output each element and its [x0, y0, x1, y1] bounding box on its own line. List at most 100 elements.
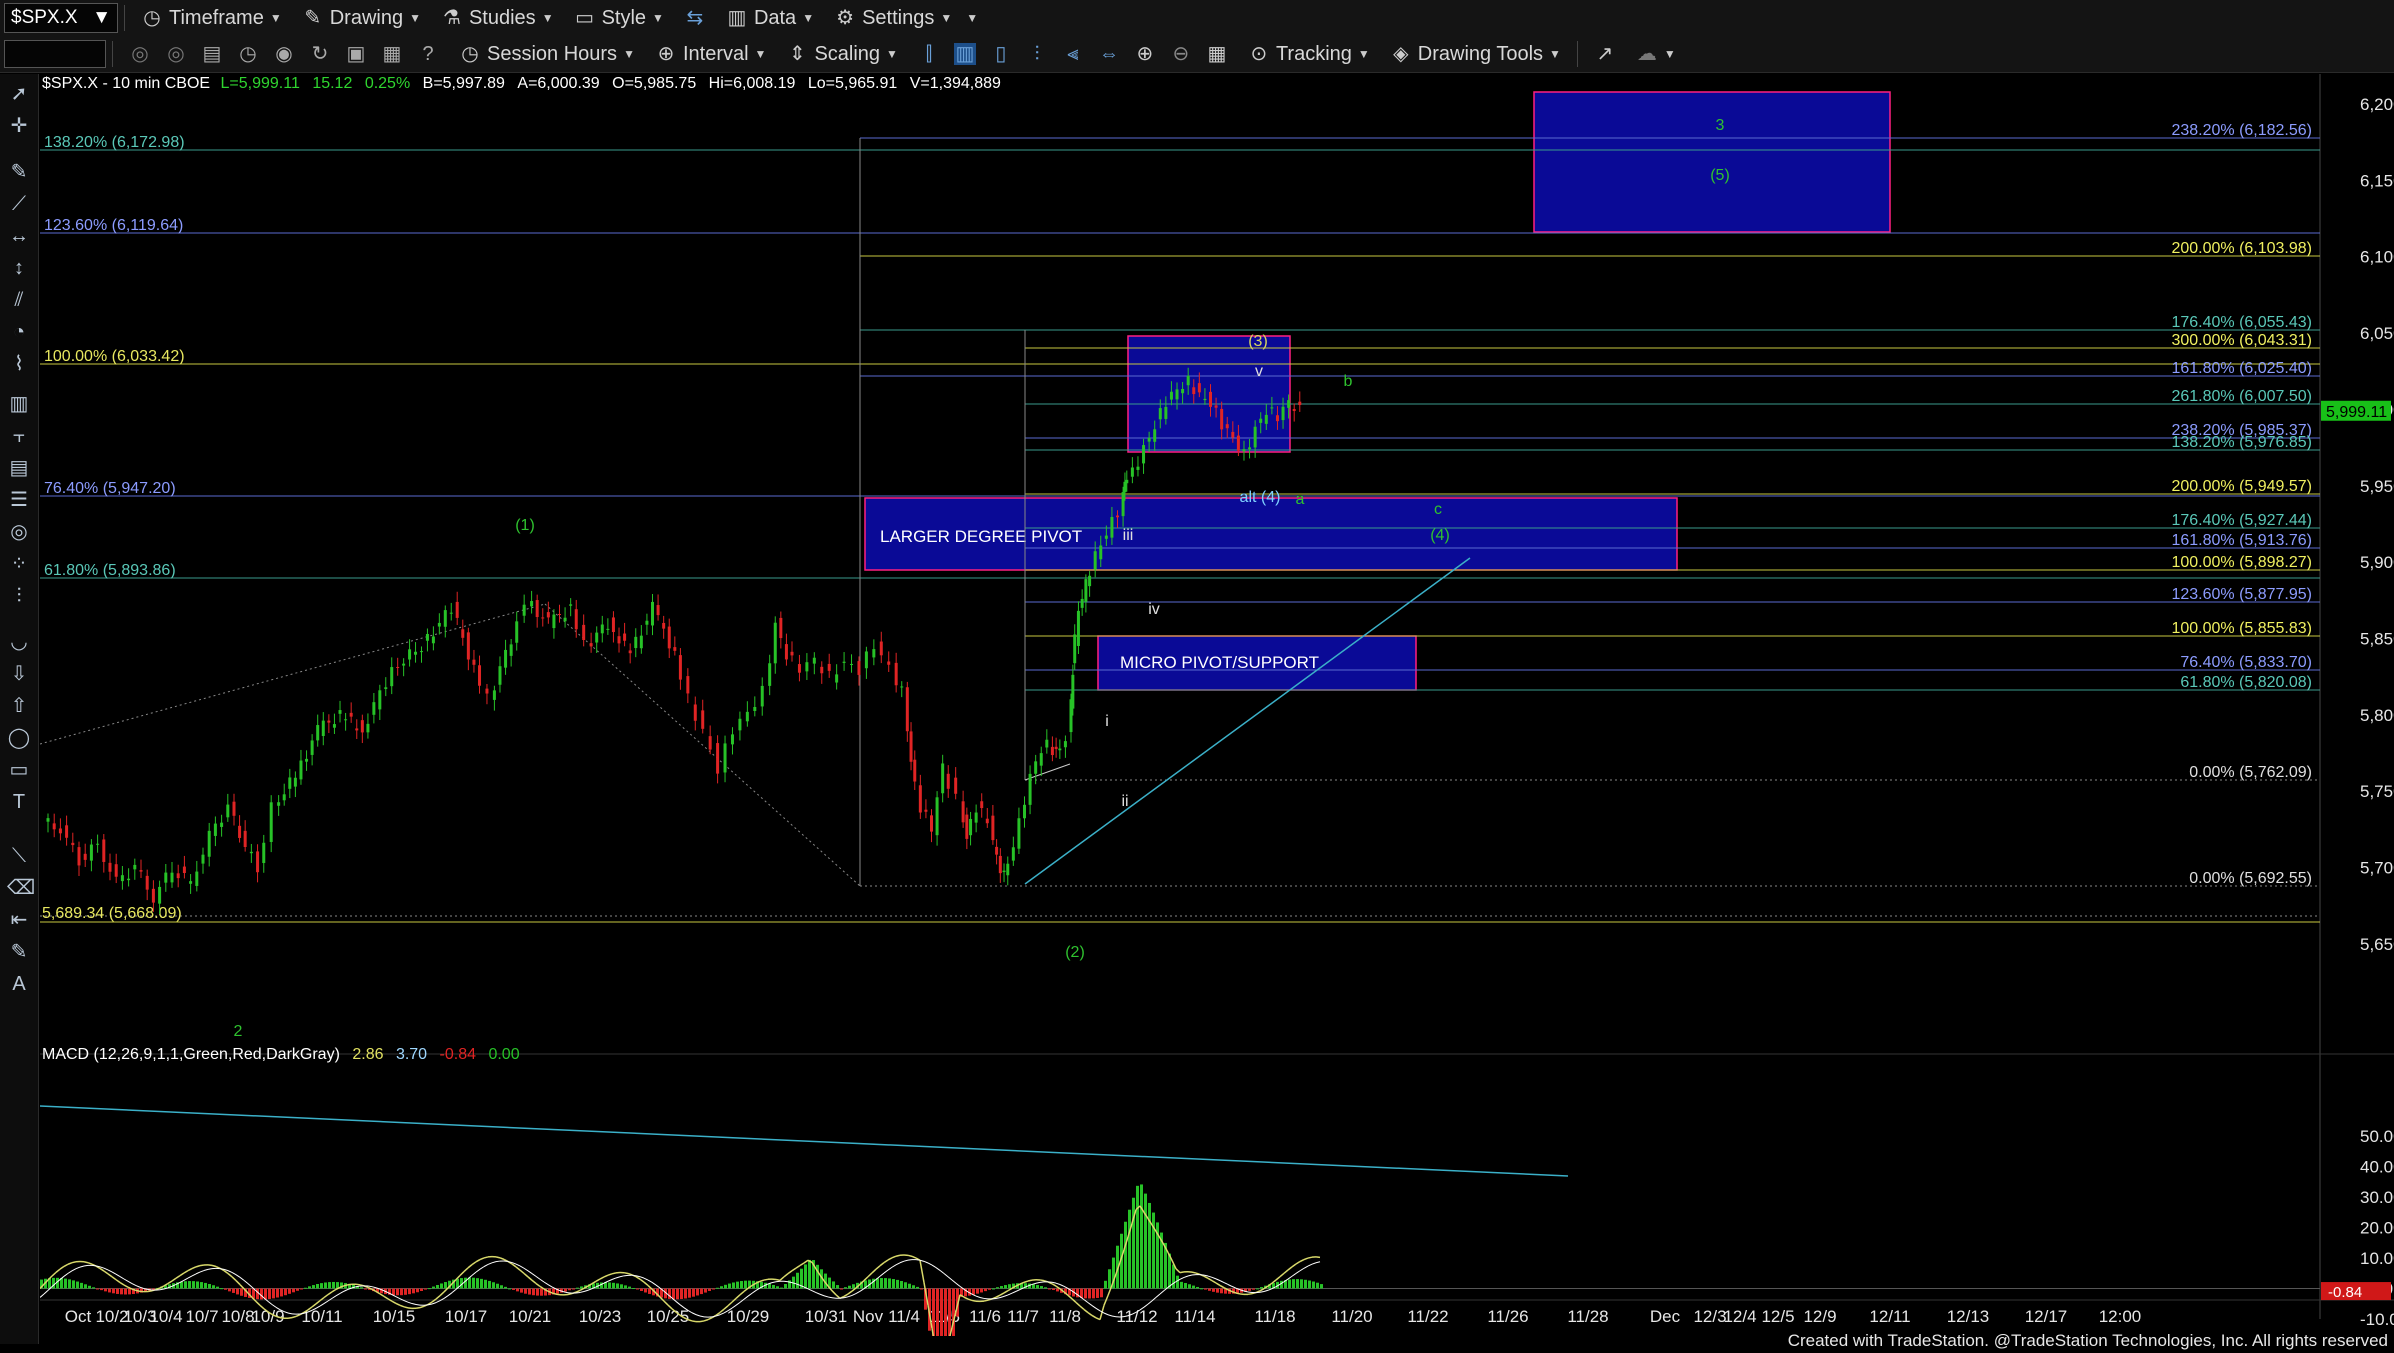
time-tick-label: 12/4: [1723, 1307, 1756, 1326]
candle-body: [249, 851, 253, 854]
macd-histogram-bar: [624, 1285, 627, 1289]
ruler-icon[interactable]: ⌇: [7, 352, 31, 376]
macd-line-segment: [83, 1261, 89, 1264]
zoom-out-icon[interactable]: ⊖: [1170, 43, 1192, 65]
candle-body: [842, 661, 846, 663]
trendline-icon[interactable]: ⟋: [7, 192, 31, 216]
candle-body: [634, 636, 638, 649]
gann-icon[interactable]: ⫟: [7, 424, 31, 448]
arrow-up-icon[interactable]: ⇧: [7, 694, 31, 718]
scaling-menu[interactable]: ⇕ Scaling ▼: [776, 38, 908, 70]
signal-line-segment: [323, 1300, 329, 1305]
ohlc-bar-icon[interactable]: ⫿: [918, 43, 940, 65]
speed-lines-icon[interactable]: ⫶: [7, 584, 31, 608]
macd-line-segment: [995, 1294, 1001, 1298]
studies-menu[interactable]: ⚗ Studies ▼: [431, 2, 564, 34]
zoom-in-icon[interactable]: ⊕: [1134, 43, 1156, 65]
line-icon[interactable]: ⟍: [7, 844, 31, 868]
separator: [112, 41, 113, 67]
brush-icon[interactable]: ✎: [7, 940, 31, 964]
macd-histogram-bar: [488, 1280, 491, 1289]
macd-line-segment: [1271, 1279, 1277, 1284]
export-button[interactable]: ↗: [1584, 38, 1626, 70]
macd-histogram-bar: [1204, 1288, 1207, 1290]
macd-histogram-bar: [308, 1286, 311, 1289]
candle-body: [1270, 407, 1274, 409]
price-tick-label: 5,700.00: [2360, 859, 2394, 878]
candle-body: [645, 620, 649, 625]
macd-histogram-bar: [612, 1282, 615, 1289]
horizontal-arrows-icon[interactable]: ↔: [7, 224, 31, 248]
tracking-menu[interactable]: ⊙ Tracking ▼: [1238, 38, 1380, 70]
candle-body: [305, 758, 309, 762]
price-chart[interactable]: 6,200.006,150.006,100.006,050.006,000.00…: [40, 74, 2394, 1336]
macd-line-segment: [603, 1274, 609, 1278]
macd-histogram-bar: [192, 1281, 195, 1289]
arrow-down-icon[interactable]: ⇩: [7, 662, 31, 686]
spiral-icon[interactable]: ◎: [7, 520, 31, 544]
signal-line-segment: [1015, 1289, 1021, 1292]
ellipse-icon[interactable]: ◯: [7, 726, 31, 750]
candle-body: [965, 814, 969, 839]
data-menu[interactable]: ▥ Data ▼: [716, 2, 824, 34]
macd-histogram-bar: [204, 1282, 207, 1289]
candle-body: [120, 875, 124, 882]
help-icon[interactable]: ?: [417, 43, 439, 65]
dots-icon[interactable]: ⁘: [7, 552, 31, 576]
vertical-arrows-icon[interactable]: ↕: [7, 256, 31, 280]
channel-icon[interactable]: ⫽: [7, 288, 31, 312]
chart-layout-button[interactable]: ⇆: [674, 2, 716, 34]
compare-icon[interactable]: ⇔: [1098, 43, 1120, 65]
interval-menu[interactable]: ⊕ Interval ▼: [645, 38, 776, 70]
print-icon[interactable]: ▦: [381, 43, 403, 65]
goto-start-icon[interactable]: ⇤: [7, 908, 31, 932]
style-menu[interactable]: ▭ Style ▼: [564, 2, 674, 34]
signal-line-segment: [495, 1260, 501, 1263]
fib-table-icon[interactable]: ▤: [7, 456, 31, 480]
text-box-icon[interactable]: A: [7, 972, 31, 996]
candle-body: [1275, 415, 1279, 422]
fib-levels-icon[interactable]: ☰: [7, 488, 31, 512]
grid-icon[interactable]: ▦: [1206, 43, 1228, 65]
crosshair-icon[interactable]: ✛: [7, 114, 31, 138]
arc-icon[interactable]: ◡: [7, 630, 31, 654]
line-chart-icon[interactable]: ⫶: [1026, 43, 1048, 65]
save-icon[interactable]: ▣: [345, 43, 367, 65]
candle-body: [651, 601, 654, 626]
session-hours-menu[interactable]: ◷ Session Hours ▼: [449, 38, 645, 70]
pointer-icon[interactable]: ➚: [7, 82, 31, 106]
macd-line-segment: [523, 1272, 529, 1278]
link-icon[interactable]: ◎: [129, 43, 151, 65]
timeframe-menu[interactable]: ◷ Timeframe ▼: [131, 2, 292, 34]
candle-body: [108, 862, 112, 872]
workspace-select[interactable]: [4, 40, 106, 68]
eraser-icon[interactable]: ⌫: [7, 876, 35, 900]
macd-line-segment: [575, 1289, 581, 1293]
candle-body: [600, 624, 604, 634]
dot-chart-icon[interactable]: ⫷: [1062, 43, 1084, 65]
bars-icon[interactable]: ▥: [7, 392, 31, 416]
clipboard-icon[interactable]: ▤: [201, 43, 223, 65]
refresh-icon[interactable]: ↻: [309, 43, 331, 65]
drawing-tools-menu[interactable]: ◈ Drawing Tools ▼: [1380, 38, 1571, 70]
stopwatch-icon[interactable]: ◷: [237, 43, 259, 65]
sync-icon[interactable]: ◎: [165, 43, 187, 65]
pen-icon[interactable]: ✎: [7, 160, 31, 184]
macd-line-segment: [1303, 1257, 1309, 1261]
cycle-icon[interactable]: ◔: [7, 320, 31, 344]
rectangle-icon[interactable]: ▭: [7, 758, 31, 782]
macd-line-segment: [291, 1315, 297, 1319]
macd-histogram-bar: [744, 1280, 747, 1289]
hollow-candle-icon[interactable]: ▯: [990, 43, 1012, 65]
drawing-menu[interactable]: ✎ Drawing ▼: [292, 2, 431, 34]
signal-line-segment: [547, 1284, 553, 1288]
settings-menu[interactable]: ⚙ Settings ▼ ▼: [824, 2, 988, 34]
macd-line-segment: [99, 1267, 105, 1272]
symbol-input[interactable]: $SPX.X ▼: [4, 3, 118, 33]
candle-body: [344, 719, 348, 721]
network-icon[interactable]: ◉: [273, 43, 295, 65]
candle-body: [974, 812, 978, 823]
chat-button[interactable]: ☁ ▼: [1626, 38, 1686, 70]
text-icon[interactable]: T: [7, 790, 31, 814]
candlestick-icon[interactable]: ▥: [953, 43, 976, 65]
